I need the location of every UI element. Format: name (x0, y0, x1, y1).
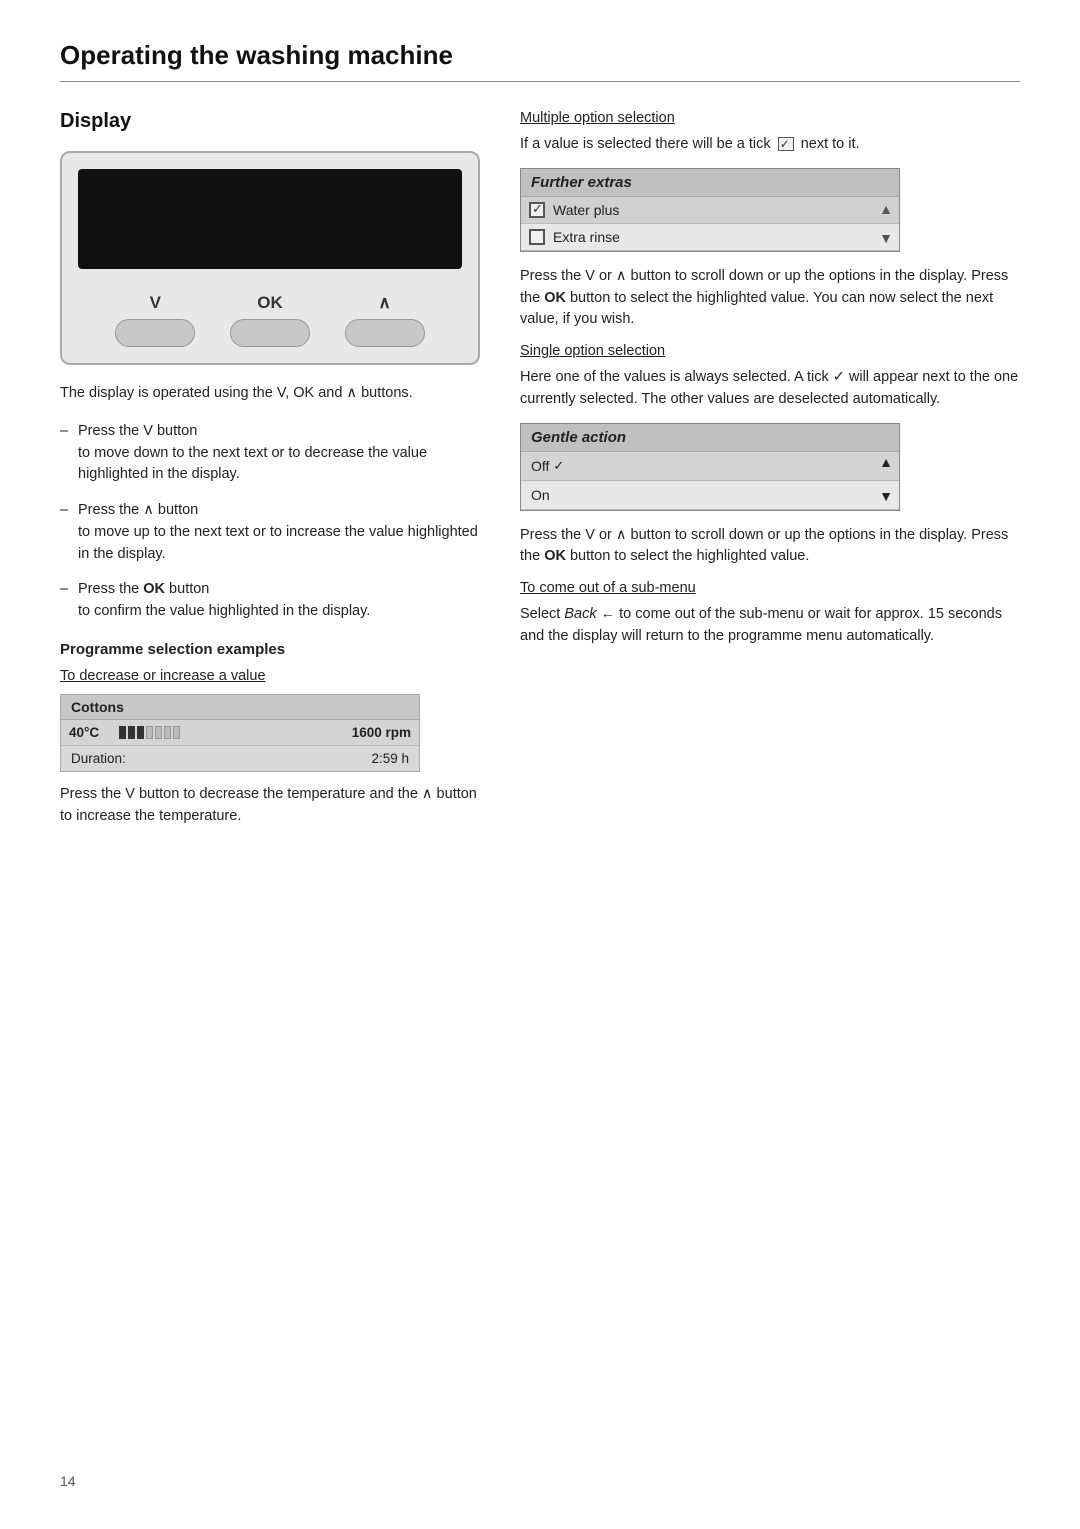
bar-1 (119, 726, 126, 739)
ok-button-group: OK (230, 293, 310, 347)
title-rule (60, 81, 1020, 82)
multiple-option-desc-text: If a value is selected there will be a t… (520, 136, 771, 152)
bullet-ok-detail: to confirm the value highlighted in the … (78, 603, 370, 619)
multiple-option-desc: If a value is selected there will be a t… (520, 134, 1020, 156)
v-button[interactable] (115, 319, 195, 347)
page-number: 14 (60, 1473, 76, 1489)
ok-button-label: OK (257, 293, 283, 313)
decrease-increase-heading: To decrease or increase a value (60, 668, 480, 684)
programme-selection-title: Programme selection examples (60, 641, 480, 658)
sub-menu-heading: To come out of a sub-menu (520, 580, 1020, 596)
water-plus-row: Water plus ▲ (521, 197, 899, 224)
on-label: On (531, 487, 550, 503)
left-column: Display V OK ∧ The display is oper (60, 110, 480, 827)
bullet-list: Press the V button to move down to the n… (60, 421, 480, 623)
bullet-ok-intro: Press the OK button (78, 581, 209, 597)
programme-desc: Press the V button to decrease the tempe… (60, 784, 480, 828)
duration-value: 2:59 h (371, 751, 409, 766)
ok-button[interactable] (230, 319, 310, 347)
further-extras-display: Further extras Water plus ▲ Extra rinse … (520, 168, 900, 252)
bullet-v-intro: Press the V button (78, 423, 197, 439)
cottons-temp-row: 40°C 1600 rpm (61, 720, 419, 746)
scroll-up-arrow: ▲ (879, 201, 893, 217)
right-column: Multiple option selection If a value is … (520, 110, 1020, 827)
water-plus-checkbox (529, 202, 545, 218)
lambda-button[interactable] (345, 319, 425, 347)
display-desc-text: The display is operated using the V, OK … (60, 385, 413, 401)
single-option-heading: Single option selection (520, 343, 1020, 359)
multiple-option-heading: Multiple option selection (520, 110, 1020, 126)
off-tick: ✓ (553, 458, 564, 474)
bar-5 (155, 726, 162, 739)
gentle-scroll-down: ▼ (879, 488, 893, 504)
v-button-group: V (115, 293, 195, 347)
multiple-option-body: Press the V or ∧ button to scroll down o… (520, 266, 1020, 331)
scroll-down-arrow: ▼ (879, 230, 893, 246)
cottons-display: Cottons 40°C 1600 rpm Duration: 2:59 h (60, 694, 420, 772)
gentle-action-display: Gentle action Off ✓ ▲ On ▼ (520, 423, 900, 511)
rpm-value: 1600 rpm (352, 725, 411, 740)
lambda-button-group: ∧ (345, 293, 425, 347)
temp-value: 40°C (69, 725, 111, 740)
bullet-lambda-intro: Press the ∧ button (78, 502, 198, 518)
water-plus-label: Water plus (553, 202, 619, 218)
bullet-item-v: Press the V button to move down to the n… (60, 421, 480, 486)
display-description: The display is operated using the V, OK … (60, 383, 480, 405)
on-row: On ▼ (521, 481, 899, 510)
bar-7 (173, 726, 180, 739)
off-label: Off (531, 458, 549, 474)
main-content: Display V OK ∧ The display is oper (60, 110, 1020, 827)
page-title: Operating the washing machine (60, 40, 1020, 71)
display-section-title: Display (60, 110, 480, 133)
single-option-desc: Here one of the values is always selecte… (520, 367, 1020, 411)
bullet-item-lambda: Press the ∧ button to move up to the nex… (60, 500, 480, 565)
gentle-action-header: Gentle action (521, 424, 899, 452)
display-screen (78, 169, 462, 269)
tick-icon (778, 137, 794, 151)
extra-rinse-checkbox (529, 229, 545, 245)
bullet-item-ok: Press the OK button to confirm the value… (60, 579, 480, 623)
v-button-label: V (150, 293, 161, 313)
bullet-v-detail: to move down to the next text or to decr… (78, 445, 427, 483)
cottons-header: Cottons (61, 695, 419, 720)
lambda-button-label: ∧ (378, 293, 390, 313)
sub-menu-desc: Select Back ← to come out of the sub-men… (520, 604, 1020, 648)
bar-3 (137, 726, 144, 739)
multiple-option-desc2: next to it. (801, 136, 860, 152)
duration-label: Duration: (71, 751, 126, 766)
extra-rinse-row: Extra rinse ▼ (521, 224, 899, 251)
gentle-scroll-up: ▲ (879, 454, 893, 470)
extra-rinse-label: Extra rinse (553, 229, 620, 245)
off-row: Off ✓ ▲ (521, 452, 899, 481)
display-panel: V OK ∧ (60, 151, 480, 365)
further-extras-header: Further extras (521, 169, 899, 197)
display-buttons: V OK ∧ (78, 293, 462, 347)
single-option-body: Press the V or ∧ button to scroll down o… (520, 525, 1020, 569)
bullet-lambda-detail: to move up to the next text or to increa… (78, 524, 478, 562)
progress-bars (119, 726, 180, 739)
cottons-duration-row: Duration: 2:59 h (61, 746, 419, 771)
bar-2 (128, 726, 135, 739)
bar-6 (164, 726, 171, 739)
bar-4 (146, 726, 153, 739)
